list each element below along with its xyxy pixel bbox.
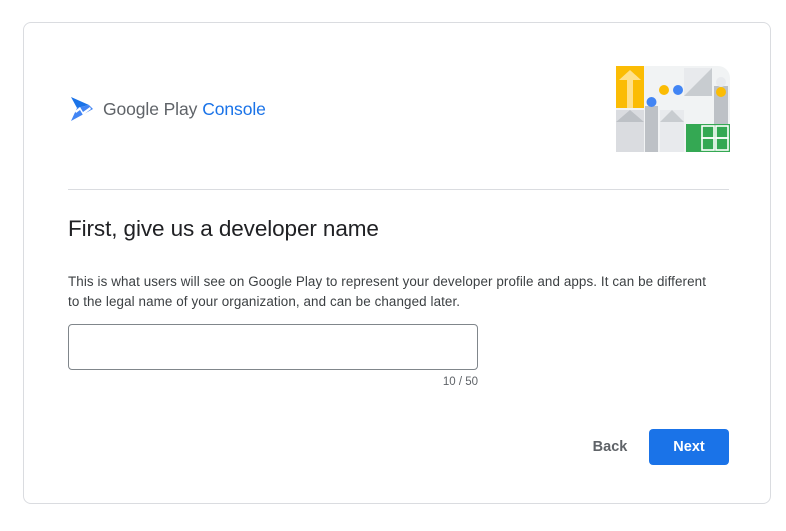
brand: Google Play Console [70, 96, 266, 122]
next-button[interactable]: Next [649, 429, 729, 465]
brand-google-play-text: Google Play [103, 98, 198, 119]
google-play-console-logo-icon [71, 97, 93, 121]
developer-name-input[interactable] [68, 324, 478, 370]
header-divider [68, 189, 729, 190]
setup-card: Google Play Console First, give us a dev… [23, 22, 771, 504]
character-counter: 10 / 50 [442, 376, 478, 388]
back-button[interactable]: Back [582, 429, 638, 465]
page-title: First, give us a developer name [68, 216, 379, 241]
developer-illustration [616, 66, 730, 152]
page-description: This is what users will see on Google Pl… [68, 274, 707, 309]
brand-console-text: Console [202, 98, 266, 119]
